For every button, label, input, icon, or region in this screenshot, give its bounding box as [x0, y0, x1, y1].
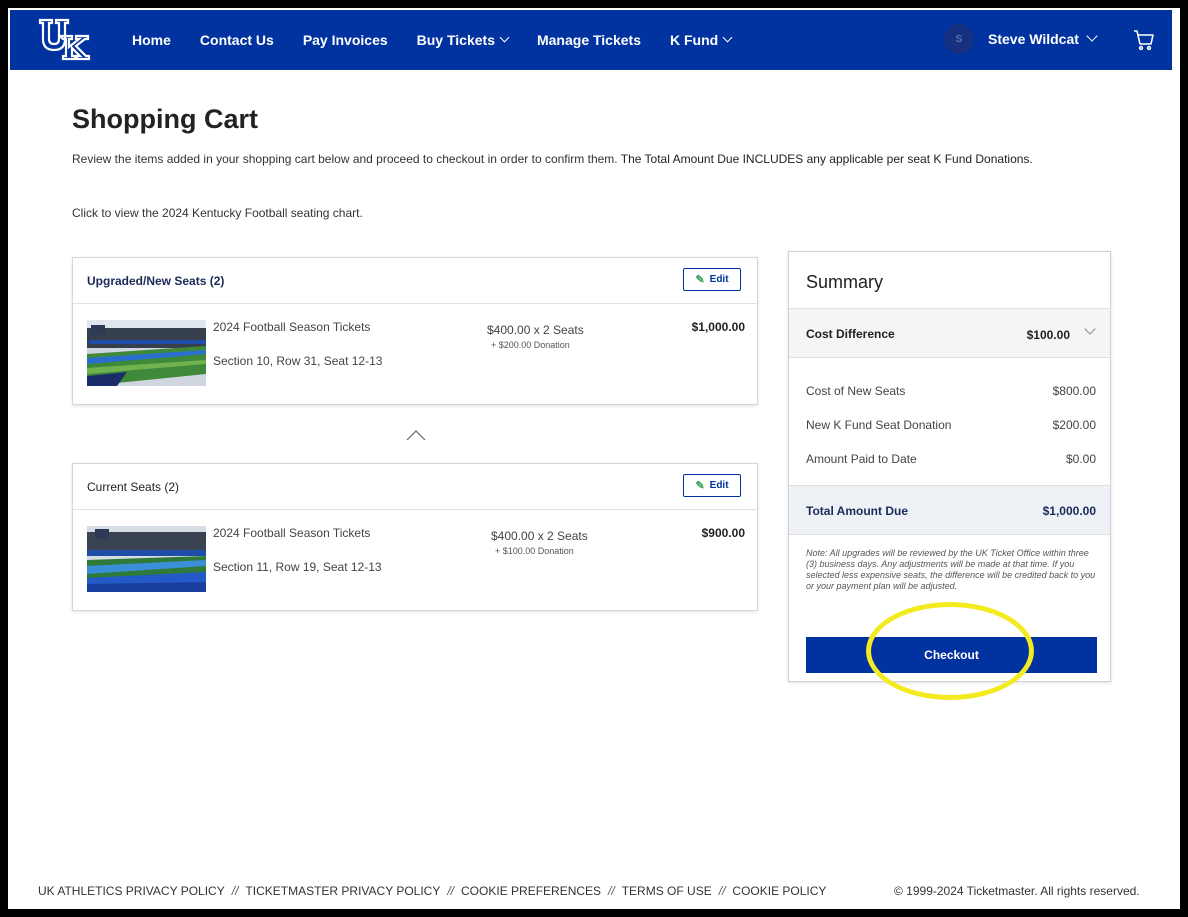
summary-panel: Summary Cost Difference $100.00 Cost of …	[788, 251, 1111, 682]
total-amount-due: Total Amount Due $1,000.00	[789, 485, 1110, 535]
cart-icon[interactable]	[1132, 28, 1156, 52]
nav-manage-tickets-label: Manage Tickets	[536, 32, 641, 48]
stadium-image	[87, 320, 206, 386]
total-due-value: $1,000.00	[1042, 504, 1096, 518]
item-total: $900.00	[701, 526, 745, 540]
footer-link-uk-privacy[interactable]: UK ATHLETICS PRIVACY POLICY	[38, 884, 225, 898]
footer-link-cookie-policy[interactable]: COOKIE POLICY	[732, 884, 826, 898]
item-price: $400.00 x 2 Seats	[491, 529, 588, 543]
intro-bold: The Total Amount Due INCLUDES any applic…	[620, 152, 1033, 166]
top-nav: Home Contact Us Pay Invoices Buy Tickets…	[10, 10, 1172, 70]
nav-pay-invoices-label: Pay Invoices	[302, 32, 388, 48]
item-donation: + $100.00 Donation	[495, 546, 574, 556]
item-total: $1,000.00	[691, 320, 745, 334]
summary-row-label: Cost of New Seats	[806, 384, 906, 398]
item-donation: + $200.00 Donation	[491, 340, 570, 350]
pencil-icon: ✎	[695, 480, 705, 492]
edit-label: Edit	[709, 480, 729, 491]
item-seat: Section 11, Row 19, Seat 12-13	[213, 560, 382, 574]
nav-home[interactable]: Home	[132, 32, 171, 48]
nav-home-label: Home	[132, 32, 171, 48]
chevron-down-icon	[1084, 323, 1096, 335]
edit-current-button[interactable]: ✎ Edit	[683, 474, 741, 497]
summary-row: New K Fund Seat Donation $200.00	[806, 418, 1096, 432]
summary-row-value: $0.00	[1065, 452, 1096, 466]
footer-separator: //	[447, 884, 455, 898]
uk-logo[interactable]	[36, 16, 94, 62]
card-title: Upgraded/New Seats (2)	[87, 274, 225, 288]
total-due-label: Total Amount Due	[806, 504, 908, 518]
avatar: S	[944, 24, 974, 54]
upgrade-note: Note: All upgrades will be reviewed by t…	[806, 548, 1096, 591]
nav-k-fund-label: K Fund	[670, 32, 719, 48]
chevron-down-icon	[722, 32, 733, 42]
copyright: © 1999-2024 Ticketmaster. All rights res…	[894, 884, 1140, 898]
chevron-down-icon	[1086, 30, 1098, 42]
intro-normal: Review the items added in your shopping …	[72, 152, 621, 166]
cost-difference-label: Cost Difference	[806, 327, 895, 341]
nav-pay-invoices[interactable]: Pay Invoices	[303, 32, 388, 48]
footer-separator: //	[608, 884, 615, 898]
nav-manage-tickets[interactable]: Manage Tickets	[537, 32, 641, 48]
chevron-down-icon	[499, 32, 510, 42]
intro-text: Review the items added in your shopping …	[72, 150, 1082, 168]
summary-row: Cost of New Seats $800.00	[806, 384, 1096, 398]
nav-contact-us[interactable]: Contact Us	[200, 32, 274, 48]
cart-item: 2024 Football Season Tickets Section 11,…	[73, 510, 757, 610]
edit-label: Edit	[709, 274, 729, 285]
cost-difference-value: $100.00	[1026, 328, 1070, 342]
nav-contact-us-label: Contact Us	[199, 32, 274, 48]
current-seats-card: Current Seats (2) ✎ Edit 2024 Football Se…	[72, 463, 758, 611]
stadium-image	[87, 526, 206, 592]
nav-buy-tickets-label: Buy Tickets	[416, 32, 495, 48]
nav-buy-tickets[interactable]: Buy Tickets	[416, 32, 510, 48]
cart-item: 2024 Football Season Tickets Section 10,…	[73, 304, 757, 404]
item-name: 2024 Football Season Tickets	[213, 526, 371, 540]
nav-k-fund[interactable]: K Fund	[670, 32, 733, 48]
seating-chart-link[interactable]: Click to view the 2024 Kentucky Football…	[72, 206, 363, 220]
item-price: $400.00 x 2 Seats	[487, 323, 584, 337]
item-name: 2024 Football Season Tickets	[213, 320, 371, 334]
summary-title: Summary	[806, 272, 884, 292]
footer-link-ticketmaster-privacy[interactable]: TICKETMASTER PRIVACY POLICY	[245, 884, 440, 898]
card-header: Upgraded/New Seats (2) ✎ Edit	[73, 258, 757, 304]
item-seat: Section 10, Row 31, Seat 12-13	[213, 354, 383, 368]
footer-separator: //	[231, 884, 239, 898]
summary-row: Amount Paid to Date $0.00	[806, 452, 1096, 466]
summary-row-value: $200.00	[1052, 418, 1096, 432]
footer-separator: //	[718, 884, 726, 898]
nav-links: Home Contact Us Pay Invoices Buy Tickets…	[132, 10, 760, 70]
card-header: Current Seats (2) ✎ Edit	[73, 464, 757, 510]
footer-links: UK ATHLETICS PRIVACY POLICY // TICKETMAS…	[38, 884, 826, 898]
summary-row-label: New K Fund Seat Donation	[806, 418, 952, 432]
footer-link-cookie-preferences[interactable]: COOKIE PREFERENCES	[461, 884, 601, 898]
cost-difference-toggle[interactable]: Cost Difference $100.00	[789, 308, 1110, 358]
summary-row-label: Amount Paid to Date	[806, 452, 917, 466]
user-menu[interactable]: S Steve Wildcat	[944, 24, 1098, 54]
chevron-up-icon[interactable]	[406, 426, 426, 446]
upgraded-seats-card: Upgraded/New Seats (2) ✎ Edit 2024 Footba…	[72, 257, 758, 405]
page-title: Shopping Cart	[72, 104, 258, 134]
edit-upgraded-button[interactable]: ✎ Edit	[683, 268, 741, 291]
summary-row-value: $800.00	[1052, 384, 1096, 398]
card-title: Current Seats (2)	[87, 480, 180, 494]
pencil-icon: ✎	[695, 274, 705, 286]
checkout-button[interactable]: Checkout	[806, 637, 1097, 673]
footer-link-terms-of-use[interactable]: TERMS OF USE	[622, 884, 712, 898]
user-name: Steve Wildcat	[988, 31, 1079, 47]
